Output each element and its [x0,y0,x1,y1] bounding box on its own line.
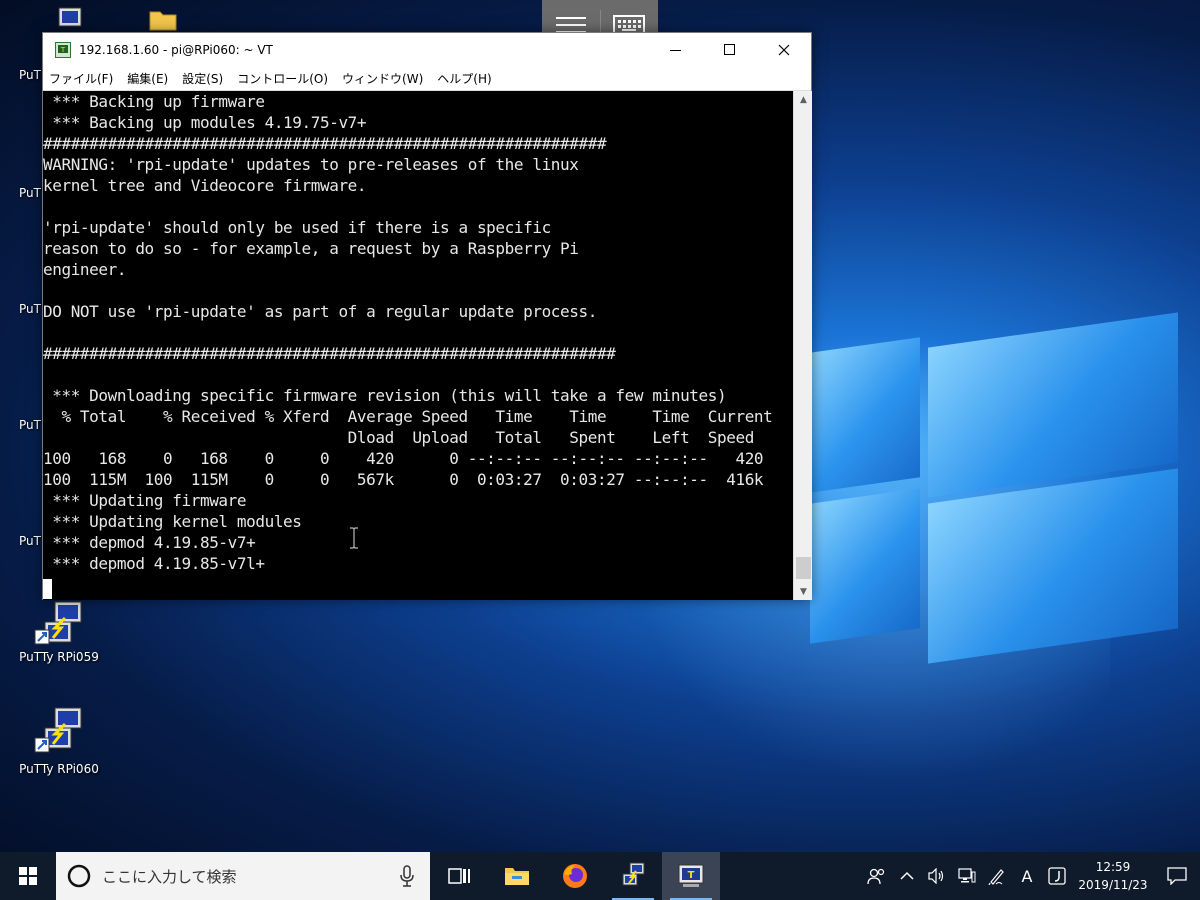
network-button[interactable] [952,852,982,900]
firefox-icon [563,864,587,888]
text-cursor-icon [350,527,358,549]
title-bar[interactable]: T 192.168.1.60 - pi@RPi060: ~ VT [43,33,811,67]
scrollbar-thumb[interactable] [796,557,811,579]
chevron-down-icon: ▼ [800,586,807,597]
menu-file[interactable]: ファイル(F) [43,70,121,87]
menu-control[interactable]: コントロール(O) [231,70,336,87]
desktop-icon-label: PuTTy RPi060 [19,762,99,776]
taskbar: ここに入力して検索 T A 12:59 2019/11/23 [0,852,1200,900]
maximize-icon [724,44,735,55]
pen-icon [988,869,1004,885]
desktop-icon-partial-2[interactable]: PuT [0,186,42,200]
clock[interactable]: 12:59 2019/11/23 [1072,858,1154,894]
desktop-icon-putty-rpi059[interactable]: PuTTy RPi059 [14,600,104,664]
teraterm-window: T 192.168.1.60 - pi@RPi060: ~ VT ファイル(F)… [42,32,812,600]
clock-date: 2019/11/23 [1078,878,1148,892]
teraterm-icon: T [678,864,704,887]
taskbar-firefox[interactable] [546,852,604,900]
task-view-icon [448,868,470,884]
cortana-circle-icon [67,864,91,888]
folder-icon [505,868,529,885]
microphone-icon[interactable] [400,865,414,887]
close-icon [778,44,790,56]
desktop-icon-label: PuTTy RPi059 [19,650,99,664]
search-box[interactable]: ここに入力して検索 [56,852,430,900]
speaker-icon [928,868,944,884]
notification-icon [1167,867,1187,885]
windows-logo-icon [19,867,37,885]
system-tray: A 12:59 2019/11/23 [862,852,1200,900]
menu-window[interactable]: ウィンドウ(W) [336,70,431,87]
putty-icon [622,862,645,886]
vertical-scrollbar[interactable]: ▲ ▼ [793,91,812,600]
ime-options-button[interactable] [1042,852,1072,900]
search-placeholder: ここに入力して検索 [102,867,237,886]
terminal-area[interactable]: *** Backing up firmware *** Backing up m… [43,91,793,600]
task-view-button[interactable] [430,852,488,900]
svg-text:T: T [60,46,66,54]
maximize-button[interactable] [703,33,757,67]
chevron-up-icon: ▲ [800,94,807,105]
window-title: 192.168.1.60 - pi@RPi060: ~ VT [79,43,273,57]
menu-help[interactable]: ヘルプ(H) [431,70,499,87]
chevron-up-icon [900,871,914,880]
minimize-icon [670,50,681,51]
teraterm-icon: T [55,42,71,58]
clock-time: 12:59 [1095,860,1131,874]
ime-pad-icon [1048,867,1066,885]
desktop-icon-partial-4[interactable]: PuT [0,418,42,432]
terminal-output: *** Backing up firmware *** Backing up m… [43,92,773,573]
desktop-icon-top-1[interactable] [25,6,115,34]
pen-button[interactable] [982,852,1012,900]
desktop-icon-partial-5[interactable]: PuT [0,534,42,548]
people-icon [867,868,885,885]
terminal-cursor [43,579,52,599]
wallpaper-windows-logo [780,300,1200,820]
volume-button[interactable] [922,852,952,900]
desktop-icon-putty-rpi060[interactable]: PuTTy RPi060 [14,704,104,776]
putty-icon [34,601,82,645]
desktop-icon-partial-1[interactable]: PuT [0,68,42,82]
menu-edit[interactable]: 編集(E) [121,70,176,87]
desktop-icon-partial-3[interactable]: PuT [0,302,42,316]
putty-icon [34,707,82,753]
minimize-button[interactable] [649,33,703,67]
ime-mode-indicator[interactable]: A [1012,852,1042,900]
people-button[interactable] [862,852,892,900]
scroll-down-button[interactable]: ▼ [794,583,813,600]
action-center-button[interactable] [1154,852,1200,900]
start-button[interactable] [0,852,56,900]
network-icon [958,868,976,883]
desktop-icon-top-folder[interactable] [118,6,208,34]
show-hidden-icons-button[interactable] [892,852,922,900]
menu-setup[interactable]: 設定(S) [176,70,231,87]
taskbar-putty[interactable] [604,852,662,900]
menu-bar: ファイル(F) 編集(E) 設定(S) コントロール(O) ウィンドウ(W) ヘ… [43,67,811,91]
taskbar-teraterm[interactable]: T [662,852,720,900]
close-button[interactable] [757,33,811,67]
scroll-up-button[interactable]: ▲ [794,91,813,108]
taskbar-explorer[interactable] [488,852,546,900]
svg-text:T: T [688,870,695,881]
